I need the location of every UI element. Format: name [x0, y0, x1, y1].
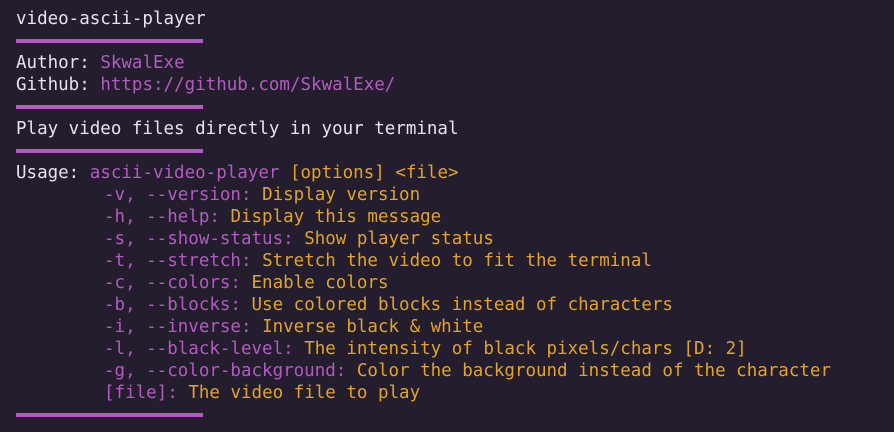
author-label: Author:: [16, 53, 90, 73]
option-flag: -c, --colors:: [104, 273, 241, 293]
divider: [16, 39, 203, 43]
option-line: -t, --stretch: Stretch the video to fit …: [16, 250, 652, 272]
option-flag: -g, --color-background:: [104, 361, 347, 381]
author-line: Author: SkwalExe: [16, 52, 185, 74]
github-line: Github: https://github.com/SkwalExe/: [16, 74, 395, 96]
option-flag: -s, --show-status:: [104, 229, 294, 249]
option-line: -i, --inverse: Inverse black & white: [16, 316, 483, 338]
option-description: Stretch the video to fit the terminal: [262, 251, 652, 271]
option-description: Display this message: [230, 207, 442, 227]
author-value: SkwalExe: [100, 53, 185, 73]
usage-args: [options] <file>: [289, 163, 459, 183]
app-title: video-ascii-player: [16, 9, 206, 29]
usage-line: Usage: ascii-video-player [options] <fil…: [16, 162, 459, 184]
divider: [16, 105, 203, 109]
usage-label: Usage:: [16, 163, 80, 183]
option-description: The intensity of black pixels/chars [D: …: [304, 339, 747, 359]
divider: [16, 413, 203, 417]
option-flag: -t, --stretch:: [104, 251, 252, 271]
option-flag: -l, --black-level:: [104, 339, 294, 359]
option-line: -s, --show-status: Show player status: [16, 228, 494, 250]
option-line: -b, --blocks: Use colored blocks instead…: [16, 294, 673, 316]
option-line: -c, --colors: Enable colors: [16, 272, 388, 294]
option-description: Inverse black & white: [262, 317, 484, 337]
github-link[interactable]: https://github.com/SkwalExe/: [100, 75, 395, 95]
divider: [16, 149, 203, 153]
option-line: -g, --color-background: Color the backgr…: [16, 360, 831, 382]
option-line: -h, --help: Display this message: [16, 206, 441, 228]
option-line: -l, --black-level: The intensity of blac…: [16, 338, 747, 360]
option-flag: -b, --blocks:: [104, 295, 241, 315]
option-flag: -h, --help:: [104, 207, 220, 227]
option-flag: -i, --inverse:: [104, 317, 252, 337]
usage-command: ascii-video-player: [89, 163, 280, 183]
terminal-window: video-ascii-player Author: SkwalExe Gith…: [0, 0, 894, 432]
option-description: Display version: [262, 185, 421, 205]
option-flag: [file]:: [104, 383, 178, 403]
option-description: The video file to play: [188, 383, 421, 403]
option-description: Color the background instead of the char…: [356, 361, 831, 381]
option-description: Enable colors: [251, 273, 389, 293]
option-line: -v, --version: Display version: [16, 184, 420, 206]
option-description: Show player status: [304, 229, 494, 249]
option-flag: -v, --version:: [104, 185, 252, 205]
option-description: Use colored blocks instead of characters: [251, 295, 673, 315]
option-line: [file]: The video file to play: [16, 382, 420, 404]
description: Play video files directly in your termin…: [16, 119, 459, 139]
github-label: Github:: [16, 75, 90, 95]
